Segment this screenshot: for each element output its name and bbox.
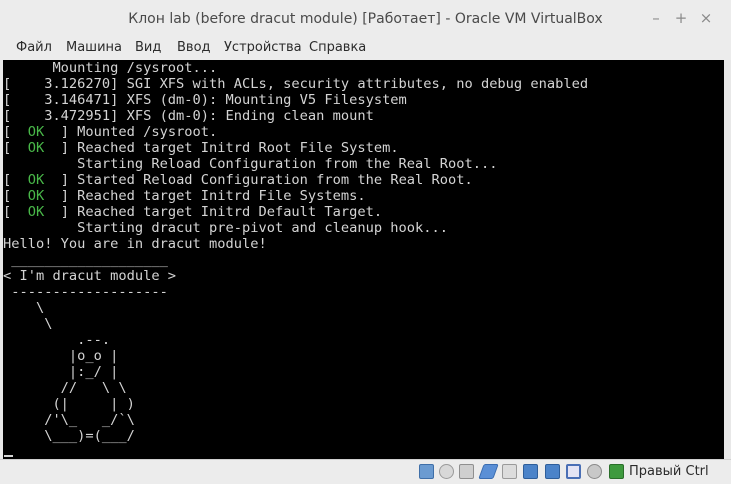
hard-disk-icon[interactable] [419,464,434,479]
menu-input[interactable]: Ввод [177,40,211,55]
ok-status: OK [27,172,45,188]
tux-ascii-art: /'\_ _/`\ [3,412,135,428]
console-line: [ 3.472951] XFS (dm-0): Ending clean mou… [3,108,374,124]
console-line: [ 3.146471] XFS (dm-0): Mounting V5 File… [3,92,407,108]
cowsay-border: ___________________ [3,252,168,268]
console-line-ok: [ OK ] Reached target Initrd Root File S… [3,140,399,156]
menu-machine[interactable]: Машина [66,40,122,55]
menu-devices[interactable]: Устройства [224,40,302,55]
menu-view[interactable]: Вид [135,40,161,55]
video-capture-icon[interactable] [545,464,560,479]
tux-ascii-art: \___)=(___/ [3,428,135,444]
vm-console-screen[interactable]: Mounting /sysroot... [ 3.126270] SGI XFS… [3,60,724,459]
ok-status: OK [27,188,45,204]
tux-ascii-art: |o_o | [3,348,119,364]
menu-help[interactable]: Справка [309,40,366,55]
cowsay-text: < I'm dracut module > [3,268,177,284]
status-bar: Правый Ctrl [0,459,731,484]
console-line: Starting Reload Configuration from the R… [3,156,498,172]
console-line: [ 3.126270] SGI XFS with ACLs, security … [3,76,589,92]
window-title: Клон lab (before dracut module) [Работае… [128,11,603,27]
console-line-ok: [ OK ] Reached target Initrd File System… [3,188,366,204]
menu-file[interactable]: Файл [16,40,52,55]
optical-drive-icon[interactable] [439,464,454,479]
console-line-ok: [ OK ] Started Reload Configuration from… [3,172,473,188]
ok-status: OK [27,140,45,156]
tux-ascii-art: (| | ) [3,396,135,412]
console-line: Hello! You are in dracut module! [3,236,267,252]
minimize-button[interactable]: – [647,9,665,27]
maximize-button[interactable]: + [672,9,690,27]
text-cursor [4,455,13,457]
tux-ascii-art: .--. [3,332,111,348]
tux-ascii-art: \ [3,316,53,332]
ok-status: OK [27,204,45,220]
console-line-ok: [ OK ] Mounted /sysroot. [3,124,218,140]
console-line: Mounting /sysroot... [3,60,218,76]
ok-status: OK [27,124,45,140]
title-bar: Клон lab (before dracut module) [Работае… [0,0,731,39]
console-line-ok: [ OK ] Reached target Initrd Default Tar… [3,204,383,220]
close-button[interactable]: × [697,9,715,27]
usb-icon[interactable] [478,464,499,479]
tux-ascii-art: // \ \ [3,380,127,396]
mouse-integration-icon[interactable] [587,464,602,479]
tux-ascii-art: |:_/ | [3,364,119,380]
host-key-label: Правый Ctrl [629,464,709,479]
tux-ascii-art: \ [3,300,45,316]
console-line: Starting dracut pre-pivot and cleanup ho… [3,220,448,236]
cowsay-border: ------------------- [3,284,168,300]
virtualization-icon[interactable] [566,464,581,479]
menu-bar: Файл Машина Вид Ввод Устройства Справка [0,38,731,60]
audio-icon[interactable] [459,464,474,479]
shared-folders-icon[interactable] [502,464,517,479]
keyboard-capture-icon[interactable] [609,464,624,479]
display-icon[interactable] [523,464,538,479]
